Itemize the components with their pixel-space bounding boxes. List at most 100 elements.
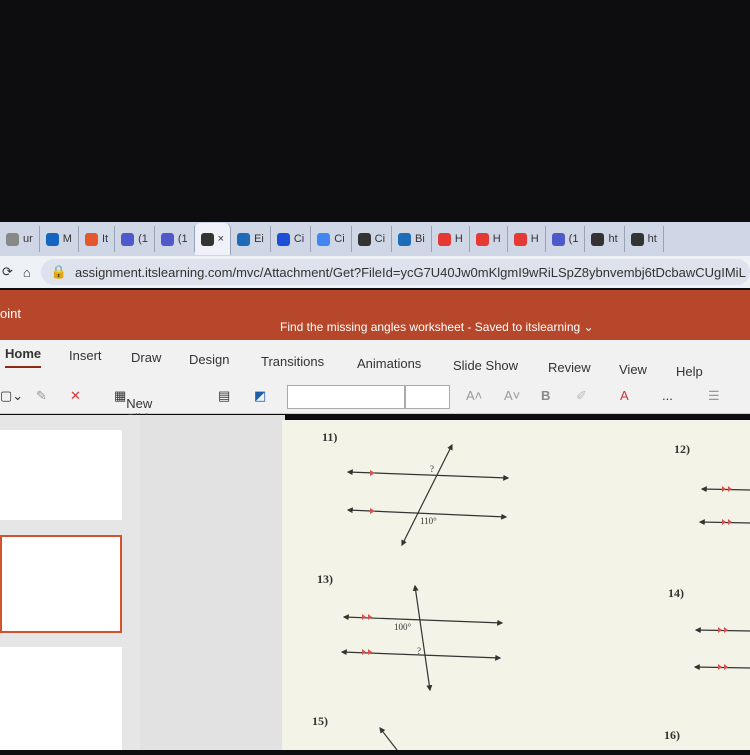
browser-tab[interactable]: (1	[546, 226, 586, 252]
ribbon-tab-design[interactable]: Design	[189, 352, 229, 367]
ribbon-tab-insert[interactable]: Insert	[69, 348, 102, 363]
tab-label: ht	[608, 233, 618, 245]
app-title-bar: oint Find the missing angles worksheet -…	[0, 290, 750, 340]
more-button[interactable]: ...	[662, 388, 673, 403]
browser-tab[interactable]: ur	[0, 226, 40, 252]
font-size-dropdown[interactable]	[405, 385, 450, 409]
new-slide-button[interactable]: ▦ New Slide	[114, 388, 155, 426]
diagram-12-partial	[379, 486, 750, 751]
problem-number: 16)	[664, 728, 680, 742]
decrease-font-icon[interactable]: A˅	[504, 388, 520, 403]
tab-label: Ci	[374, 233, 386, 245]
tab-label: H	[454, 233, 463, 245]
diagram-11	[346, 443, 510, 547]
edge-icon	[237, 232, 251, 246]
slide-canvas[interactable]: 11) ? 110° 12) 13) 100° ? 14) 15) 16)	[282, 420, 750, 751]
ribbon-toolbar: ▢⌄ ✎ ✕ ▦ New Slide ▤ ◩ A˄ A˅ B ✐ A ... ☰	[0, 380, 750, 426]
youtube-icon	[437, 232, 451, 246]
tab-label: Ci	[334, 233, 345, 245]
teams-icon	[121, 232, 135, 246]
generic-icon	[6, 232, 19, 246]
browser-tab[interactable]: ht	[585, 226, 625, 252]
layout-icon[interactable]: ▤	[218, 388, 230, 404]
itslearning-icon	[84, 232, 98, 246]
ribbon-tabs: Home Insert Draw Design Transitions Animation…	[0, 340, 750, 380]
dots-icon	[357, 232, 371, 246]
slide-thumbnail-selected[interactable]	[0, 535, 122, 633]
browser-tab[interactable]: H	[508, 226, 546, 252]
increase-font-icon[interactable]: A˄	[466, 388, 482, 403]
tab-label: M	[62, 233, 72, 245]
diagram-13	[340, 584, 504, 692]
browser-tab[interactable]: Ci	[271, 226, 312, 252]
browser-tab[interactable]: Ci	[352, 226, 393, 252]
slide-thumbnail[interactable]	[0, 430, 122, 520]
tab-label: Ci	[293, 233, 305, 245]
url-field[interactable]: 🔒 assignment.itslearning.com/mvc/Attachm…	[40, 259, 750, 285]
browser-tab[interactable]: Bi	[392, 226, 432, 252]
tab-label: ×	[217, 233, 225, 245]
browser-tab[interactable]: (1	[115, 226, 155, 252]
font-family-dropdown[interactable]	[287, 385, 405, 409]
tab-label: ht	[647, 233, 657, 245]
problem-number: 11)	[322, 430, 338, 444]
ribbon-tab-help[interactable]: Help	[676, 364, 703, 379]
slide-thumbnail-panel	[0, 415, 140, 750]
browser-tab[interactable]: Ei	[231, 226, 271, 252]
browser-tab[interactable]: (1	[155, 226, 195, 252]
tab-label: H	[530, 233, 539, 245]
tab-label: Bi	[415, 233, 425, 245]
browser-tab[interactable]: ×	[194, 223, 232, 255]
browser-tab-strip: ur M It (1 (1 × Ei Ci Ci Ci Bi H H H (1 ht ht	[0, 222, 750, 256]
ribbon-tab-review[interactable]: Review	[548, 360, 591, 375]
google-icon	[317, 232, 331, 246]
font-color-icon[interactable]: A	[620, 388, 629, 403]
geometry-diagrams	[340, 443, 750, 751]
document-title[interactable]: Find the missing angles worksheet - Save…	[280, 320, 594, 334]
youtube-icon	[513, 232, 527, 246]
teams-icon	[551, 232, 565, 246]
tab-label: ur	[23, 233, 33, 245]
home-icon[interactable]: ⌂	[23, 265, 31, 280]
slide-thumbnail[interactable]	[0, 647, 122, 750]
ribbon-tab-draw[interactable]: Draw	[131, 350, 161, 365]
reload-icon[interactable]: ⟳	[2, 264, 13, 280]
problem-number: 14)	[668, 586, 684, 600]
quizlet-icon	[276, 232, 290, 246]
browser-tab[interactable]: Ci	[311, 226, 352, 252]
ribbon-tab-transitions[interactable]: Transitions	[261, 354, 324, 369]
browser-tab[interactable]: It	[79, 226, 116, 252]
tab-label: (1	[177, 233, 188, 245]
url-text: assignment.itslearning.com/mvc/Attachmen…	[74, 264, 746, 280]
ribbon-tab-animations[interactable]: Animations	[357, 356, 421, 371]
browser-tab[interactable]: ht	[625, 226, 664, 252]
angle-label: 100°	[394, 622, 412, 632]
tab-label: (1	[138, 233, 148, 245]
bullets-icon[interactable]: ☰	[708, 388, 720, 404]
delete-icon[interactable]: ✕	[70, 388, 81, 404]
ribbon-tab-view[interactable]: View	[619, 362, 647, 377]
bold-button[interactable]: B	[541, 388, 550, 403]
ribbon-tab-home[interactable]: Home	[5, 346, 42, 368]
section-icon[interactable]: ◩	[254, 388, 266, 404]
globe-icon	[630, 232, 644, 246]
address-bar-row: ⟳ ⌂ 🔒 assignment.itslearning.com/mvc/Att…	[0, 256, 750, 288]
ribbon-tab-slide-show[interactable]: Slide Show	[453, 358, 518, 373]
browser-tab[interactable]: H	[432, 226, 470, 252]
highlight-icon[interactable]: ✐	[576, 388, 587, 404]
outlook-icon	[45, 232, 59, 246]
problem-number: 12)	[674, 442, 690, 456]
edge-icon	[398, 232, 412, 246]
angle-label: ?	[430, 464, 434, 474]
youtube-icon	[475, 232, 489, 246]
angle-label: ?	[417, 646, 421, 656]
paste-icon[interactable]: ▢⌄	[0, 388, 23, 404]
format-painter-icon[interactable]: ✎	[36, 388, 47, 404]
tab-label: Ei	[254, 233, 264, 245]
browser-tab[interactable]: H	[470, 226, 508, 252]
problem-number: 15)	[312, 714, 328, 728]
browser-tab[interactable]: M	[40, 226, 79, 252]
angle-label: 110°	[420, 516, 437, 526]
globe-icon	[591, 232, 605, 246]
parallel-marks	[362, 470, 732, 670]
